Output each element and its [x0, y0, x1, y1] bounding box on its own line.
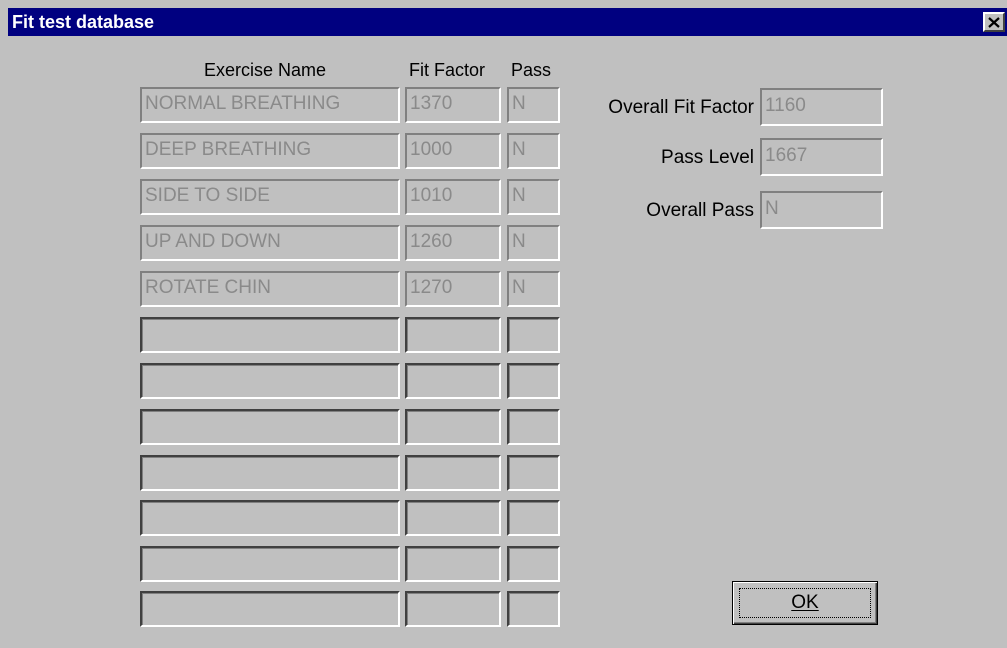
ok-button[interactable]: OK	[732, 581, 878, 625]
header-fit-factor: Fit Factor	[409, 60, 486, 80]
pass-field[interactable]	[507, 591, 560, 627]
pass-level-label: Pass Level	[661, 147, 754, 168]
fit-factor-field[interactable]	[405, 317, 501, 353]
close-icon	[988, 16, 1000, 28]
exercise-name-field[interactable]: DEEP BREATHING	[140, 133, 400, 169]
pass-field[interactable]: N	[507, 179, 560, 215]
title-bar[interactable]: Fit test database	[8, 8, 1007, 36]
exercise-name-field[interactable]	[140, 363, 400, 399]
exercise-name-field[interactable]	[140, 317, 400, 353]
header-exercise-name: Exercise Name	[204, 60, 327, 80]
overall-fit-factor-label: Overall Fit Factor	[608, 97, 754, 118]
pass-field[interactable]	[507, 363, 560, 399]
pass-field[interactable]	[507, 409, 560, 445]
overall-pass-label: Overall Pass	[646, 200, 754, 221]
exercise-name-field[interactable]: NORMAL BREATHING	[140, 87, 400, 123]
pass-field[interactable]	[507, 546, 560, 582]
pass-field[interactable]: N	[507, 87, 560, 123]
overall-pass-field[interactable]: N	[760, 191, 883, 229]
fit-factor-field[interactable]	[405, 455, 501, 491]
fit-factor-field[interactable]	[405, 546, 501, 582]
pass-field[interactable]: N	[507, 225, 560, 261]
fit-test-dialog: Fit test database Exercise Name Fit Fact…	[0, 0, 1007, 648]
pass-field[interactable]	[507, 500, 560, 536]
exercise-name-field[interactable]: ROTATE CHIN	[140, 271, 400, 307]
pass-field[interactable]	[507, 317, 560, 353]
header-pass: Pass	[511, 60, 552, 80]
fit-factor-field[interactable]: 1370	[405, 87, 501, 123]
exercise-name-field[interactable]	[140, 591, 400, 627]
window-title: Fit test database	[12, 12, 155, 32]
fit-factor-field[interactable]: 1000	[405, 133, 501, 169]
exercise-name-field[interactable]	[140, 546, 400, 582]
fit-factor-field[interactable]	[405, 591, 501, 627]
fit-factor-field[interactable]	[405, 500, 501, 536]
overall-fit-factor-field[interactable]: 1160	[760, 88, 883, 126]
fit-factor-field[interactable]: 1260	[405, 225, 501, 261]
pass-field[interactable]: N	[507, 133, 560, 169]
exercise-name-field[interactable]	[140, 455, 400, 491]
fit-factor-field[interactable]: 1270	[405, 271, 501, 307]
ok-button-label: OK	[791, 592, 819, 613]
pass-field[interactable]: N	[507, 271, 560, 307]
fit-factor-field[interactable]	[405, 409, 501, 445]
pass-field[interactable]	[507, 455, 560, 491]
fit-factor-field[interactable]	[405, 363, 501, 399]
exercise-name-field[interactable]: UP AND DOWN	[140, 225, 400, 261]
ok-focus-rect: OK	[739, 588, 871, 618]
fit-factor-field[interactable]: 1010	[405, 179, 501, 215]
exercise-name-field[interactable]: SIDE TO SIDE	[140, 179, 400, 215]
close-button[interactable]	[983, 12, 1005, 32]
exercise-name-field[interactable]	[140, 409, 400, 445]
pass-level-field[interactable]: 1667	[760, 138, 883, 176]
exercise-name-field[interactable]	[140, 500, 400, 536]
